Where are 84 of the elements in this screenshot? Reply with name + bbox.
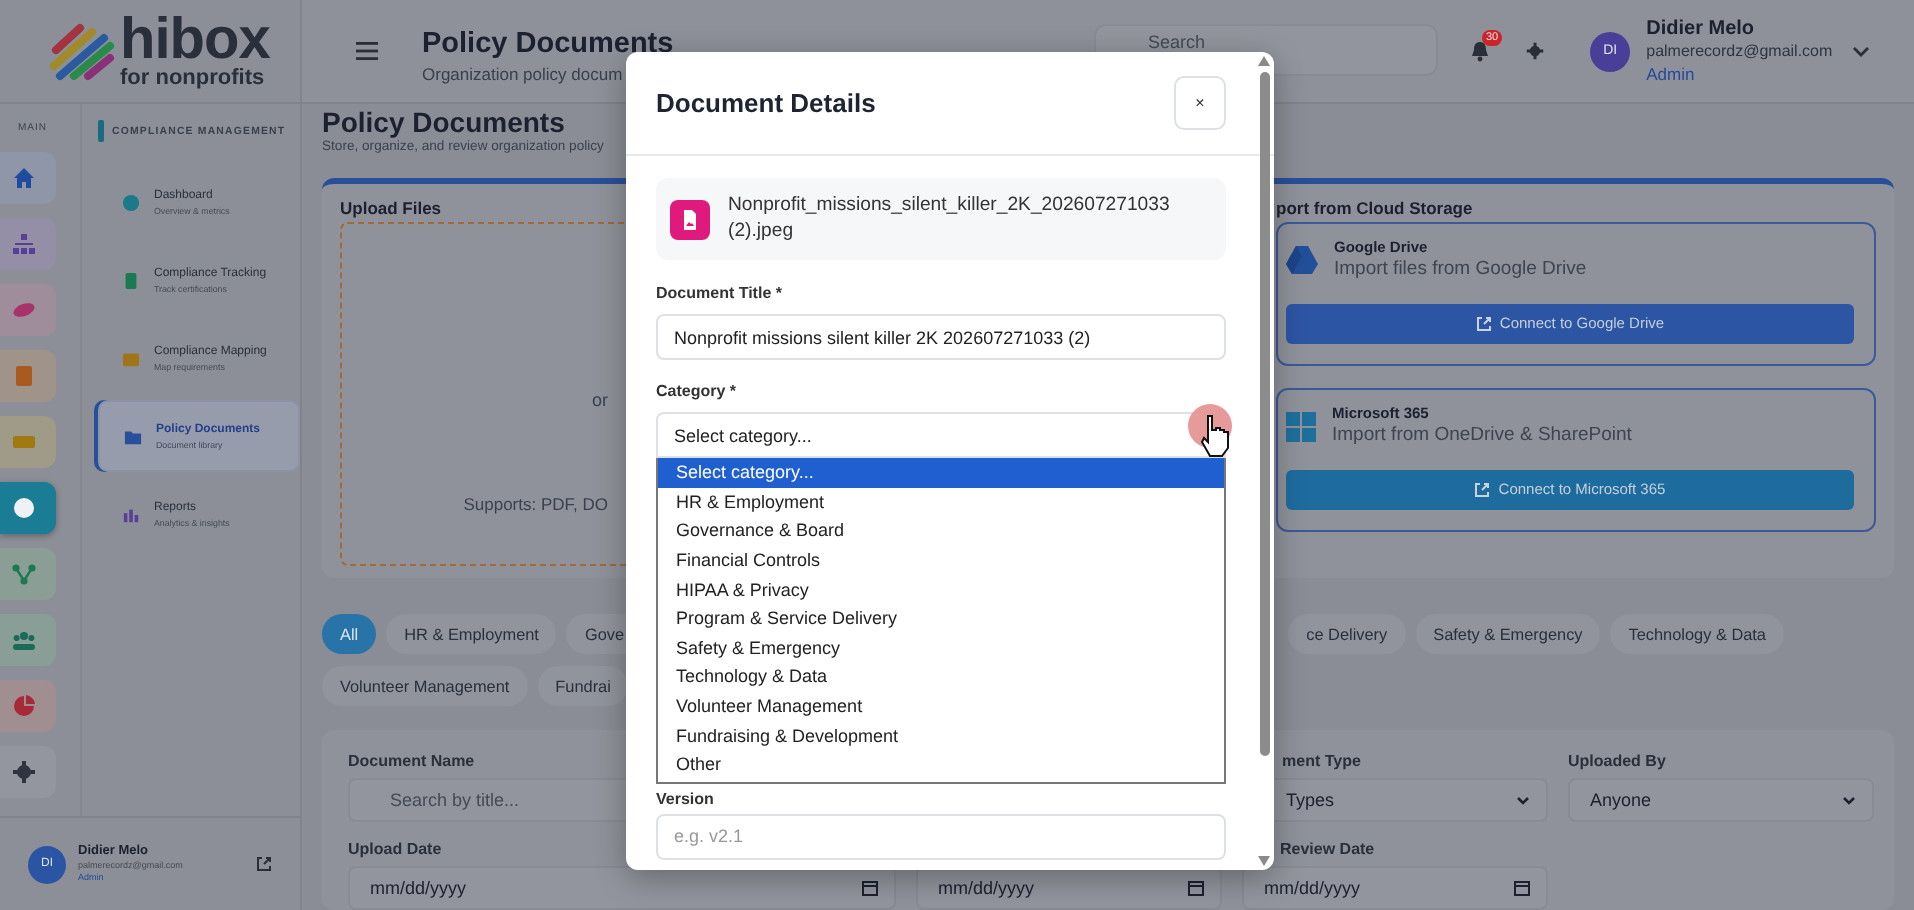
drop-zone-text: or: [591, 390, 608, 410]
logo-tagline: for nonprofits: [120, 68, 267, 90]
dropdown-option[interactable]: Financial Controls: [658, 545, 1224, 575]
category-filter-chip[interactable]: HR & Employment: [386, 614, 557, 654]
dropdown-option[interactable]: Governance & Board: [658, 516, 1224, 546]
date-field[interactable]: mm/dd/yyyy: [916, 866, 1222, 910]
chevron-down-icon: [1516, 795, 1530, 805]
field-label: ment Type: [1280, 752, 1361, 772]
chevron-down-icon[interactable]: [1852, 45, 1871, 57]
category-filter-chip[interactable]: Fundrai: [537, 666, 629, 706]
supported-formats-text: Supports: PDF, DO: [463, 494, 608, 514]
page-title: Policy Documents: [422, 27, 676, 59]
nav-rail-button[interactable]: [0, 152, 56, 204]
calendar-icon: [862, 880, 878, 896]
circle-icon: [12, 496, 36, 520]
field-label: Uploaded By: [1568, 752, 1666, 772]
dropdown-option[interactable]: HIPAA & Privacy: [658, 574, 1224, 604]
dialog-title: Document Details: [656, 88, 876, 118]
pie-chart-icon: [12, 694, 36, 718]
card-heading: port from Cloud Storage: [1276, 198, 1475, 222]
category-filter-chip[interactable]: Volunteer Management: [322, 666, 528, 706]
chevron-down-icon: [1842, 795, 1856, 805]
field-label: Upload Date: [348, 840, 442, 860]
image-file-icon: [670, 199, 710, 239]
external-link-icon: [1474, 481, 1491, 498]
nav-rail-button[interactable]: [0, 548, 56, 600]
nav-rail-button[interactable]: [0, 284, 56, 336]
user-email: palmerecordz@gmail.com: [1646, 42, 1833, 64]
menu-icon[interactable]: [356, 42, 378, 60]
user-name: Didier Melo: [1646, 16, 1757, 43]
nav-rail-button[interactable]: [0, 746, 56, 798]
user-role: Admin: [1646, 63, 1697, 86]
dropdown-option[interactable]: Program & Service Delivery: [658, 603, 1224, 634]
uploaded-by-select[interactable]: Anyone: [1568, 778, 1874, 822]
windows-grid-icon: [1286, 411, 1316, 442]
category-filter-chip[interactable]: ce Delivery: [1288, 614, 1406, 654]
circle-icon: [122, 193, 140, 211]
logout-icon[interactable]: [256, 856, 272, 872]
category-filter-chip[interactable]: All: [322, 614, 377, 654]
date-field[interactable]: mm/dd/yyyy: [1242, 866, 1548, 910]
notification-bell-icon[interactable]: [1470, 40, 1490, 62]
date-field[interactable]: mm/dd/yyyy: [348, 866, 896, 910]
oval-icon: [12, 298, 36, 322]
nav-rail-button[interactable]: [0, 482, 56, 534]
logo-stripes-icon: [48, 21, 116, 81]
nav-rail-button[interactable]: [0, 218, 56, 270]
dropdown-option[interactable]: HR & Employment: [658, 487, 1224, 517]
dropdown-option[interactable]: Fundraising & Development: [658, 720, 1224, 750]
version-input[interactable]: e.g. v2.1: [656, 813, 1226, 860]
section-title: Policy Documents: [322, 106, 567, 138]
provider-description: Import from OneDrive & SharePoint: [1332, 424, 1632, 449]
scroll-down-arrow-icon[interactable]: [1258, 856, 1270, 866]
scroll-up-arrow-icon[interactable]: [1258, 56, 1270, 66]
dropdown-option[interactable]: Select category...: [658, 458, 1224, 488]
close-button[interactable]: ×: [1174, 76, 1226, 130]
card-heading: Upload Files: [340, 198, 444, 222]
page-subtitle: Organization policy docum: [422, 63, 625, 83]
field-label: Document Name: [348, 752, 475, 772]
dropdown-option[interactable]: Volunteer Management: [658, 691, 1224, 721]
people-icon: [12, 628, 36, 652]
nav-rail-button[interactable]: [0, 614, 56, 666]
provider-description: Import files from Google Drive: [1334, 258, 1587, 283]
category-filter-chip[interactable]: Safety & Emergency: [1415, 614, 1601, 654]
home-icon: [12, 166, 36, 190]
nav-rail-button[interactable]: [0, 680, 56, 732]
external-link-icon: [1475, 315, 1492, 332]
bar-chart-icon: [122, 505, 140, 523]
title-input[interactable]: Nonprofit missions silent killer 2K 202607271033 (2): [656, 314, 1226, 360]
scrollbar-thumb[interactable]: [1259, 72, 1269, 756]
dropdown-option[interactable]: Technology & Data: [658, 662, 1224, 692]
dropdown-option[interactable]: Other: [658, 749, 1224, 780]
logo-wordmark: hibox: [120, 12, 270, 70]
field-label: Document Title *: [656, 284, 784, 302]
folder-icon: [124, 427, 142, 445]
field-label: Version: [656, 789, 716, 808]
calendar-icon: [1514, 880, 1530, 896]
category-filter-chip[interactable]: Technology & Data: [1610, 614, 1784, 654]
calendar-icon: [1188, 880, 1204, 896]
field-label: Review Date: [1278, 840, 1375, 860]
field-label: Category *: [656, 382, 739, 400]
hierarchy-icon: [12, 232, 36, 256]
dropdown-option[interactable]: Safety & Emergency: [658, 633, 1224, 663]
file-name: Nonprofit_missions_silent_killer_2K_202607271033 (2).jpeg: [728, 193, 1172, 245]
network-icon: [12, 562, 36, 586]
